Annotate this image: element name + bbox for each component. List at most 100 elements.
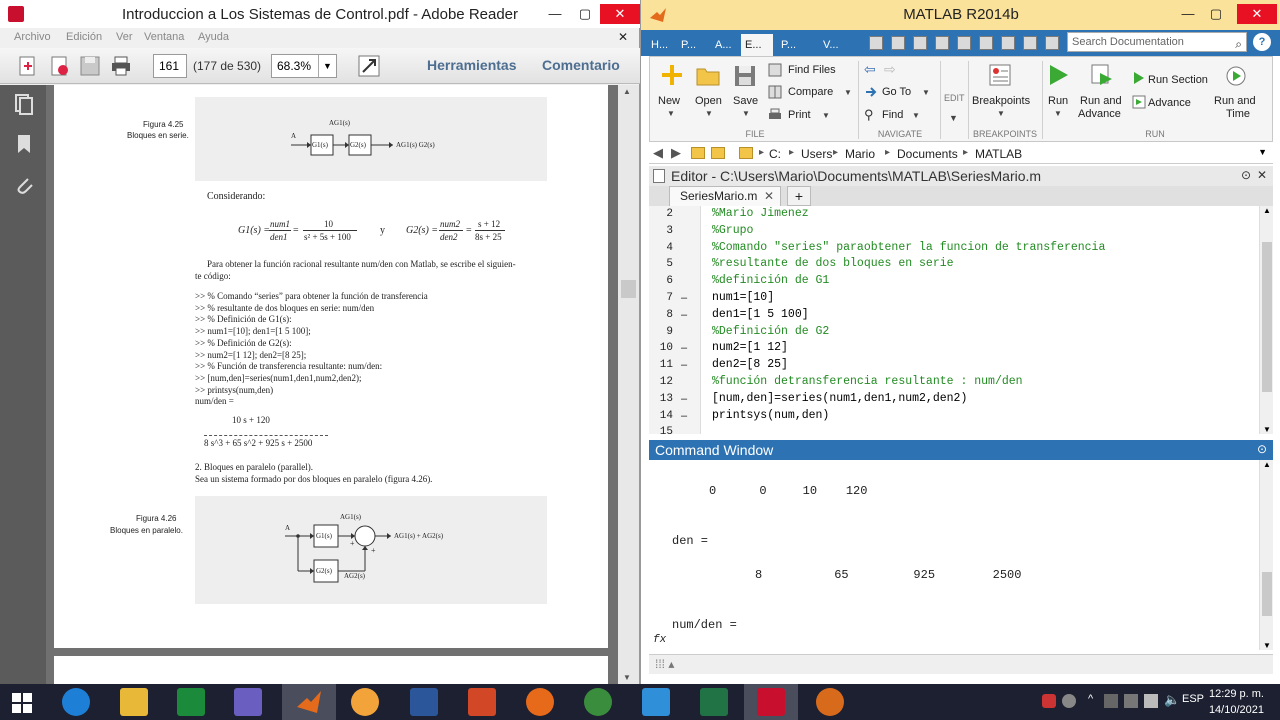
- app-icon[interactable]: [351, 688, 379, 716]
- matlab-taskbar-icon[interactable]: [295, 688, 323, 716]
- help-icon[interactable]: [1045, 36, 1059, 50]
- breakpoints-icon[interactable]: [988, 63, 1012, 87]
- breakpoint-marker[interactable]: –: [681, 410, 687, 422]
- forward-icon[interactable]: ▶: [671, 145, 681, 161]
- tab-publish[interactable]: P...: [777, 34, 796, 56]
- code-line[interactable]: num2=[1 12]: [712, 341, 788, 354]
- editor-scrollbar[interactable]: ▲ ▼: [1259, 206, 1273, 434]
- cut-icon[interactable]: [913, 36, 927, 50]
- powerpoint-icon[interactable]: [468, 688, 496, 716]
- internet-explorer-icon[interactable]: [62, 688, 90, 716]
- app-icon[interactable]: [642, 688, 670, 716]
- scroll-down-icon[interactable]: ▼: [1263, 425, 1271, 434]
- editor-close-icon[interactable]: ✕: [1257, 168, 1267, 182]
- run-and-time-line1[interactable]: Run and: [1214, 95, 1256, 107]
- menu-archivo[interactable]: Archivo: [14, 31, 51, 43]
- run-icon[interactable]: [1046, 63, 1070, 87]
- path-mario[interactable]: Mario: [845, 147, 875, 161]
- open-button[interactable]: Open: [695, 95, 722, 107]
- command-window[interactable]: 0 0 10 120 den = 8 65 925 2500 num/den =…: [649, 460, 1273, 650]
- code-line[interactable]: %Mario Jimenez: [712, 207, 809, 220]
- code-line[interactable]: den2=[8 25]: [712, 358, 788, 371]
- run-section-button[interactable]: Run Section: [1148, 74, 1208, 86]
- app-icon[interactable]: [816, 688, 844, 716]
- tab-home[interactable]: H...: [647, 34, 668, 56]
- copy-icon[interactable]: [935, 36, 949, 50]
- new-button[interactable]: New: [658, 95, 680, 107]
- app-icon[interactable]: [234, 688, 262, 716]
- breakpoint-marker[interactable]: –: [681, 309, 687, 321]
- minimize-icon[interactable]: —: [544, 4, 566, 24]
- breakpoint-marker[interactable]: –: [681, 393, 687, 405]
- path-matlab[interactable]: MATLAB: [975, 147, 1022, 161]
- battery-icon[interactable]: [1144, 694, 1158, 708]
- reader-scrollbar[interactable]: ▲ ▼: [618, 85, 639, 684]
- compare-icon[interactable]: [768, 85, 782, 99]
- print-button[interactable]: Print: [788, 109, 811, 121]
- code-line[interactable]: num1=[10]: [712, 291, 774, 304]
- print-icon[interactable]: [109, 54, 133, 78]
- cw-scroll-thumb[interactable]: [1262, 572, 1272, 616]
- attachments-icon[interactable]: [14, 173, 34, 195]
- close-icon[interactable]: ✕: [1237, 4, 1277, 24]
- tray-app-icon[interactable]: [1042, 694, 1056, 708]
- create-pdf-icon[interactable]: [16, 54, 40, 78]
- excel-icon[interactable]: [700, 688, 728, 716]
- chrome-icon[interactable]: [584, 688, 612, 716]
- advance-button[interactable]: Advance: [1148, 97, 1191, 109]
- save-icon[interactable]: [891, 36, 905, 50]
- code-line[interactable]: %función detransferencia resultante : nu…: [712, 375, 1023, 388]
- store-icon[interactable]: [177, 688, 205, 716]
- print-icon[interactable]: [768, 108, 782, 122]
- firefox-icon[interactable]: [526, 688, 554, 716]
- run-and-time-icon[interactable]: [1224, 63, 1248, 87]
- code-line[interactable]: %Grupo: [712, 224, 753, 237]
- tray-app-icon[interactable]: [1104, 694, 1118, 708]
- tools-button[interactable]: Herramientas: [427, 57, 517, 73]
- tab-apps[interactable]: A...: [711, 34, 732, 56]
- menu-ventana[interactable]: Ventana: [144, 31, 184, 43]
- windows-start-icon[interactable]: [12, 693, 32, 713]
- breakpoint-marker[interactable]: –: [681, 342, 687, 354]
- search-icon[interactable]: ⌕: [1235, 35, 1242, 53]
- maximize-icon[interactable]: ▢: [574, 4, 596, 24]
- page-thumbnails-icon[interactable]: [14, 93, 34, 115]
- redo-icon[interactable]: [1001, 36, 1015, 50]
- close-icon[interactable]: ✕: [600, 4, 640, 24]
- tab-view[interactable]: V...: [819, 34, 839, 56]
- menu-ver[interactable]: Ver: [116, 31, 133, 43]
- up-folder-icon[interactable]: [691, 147, 705, 159]
- path-documents[interactable]: Documents: [897, 147, 958, 161]
- scroll-down-icon[interactable]: ▼: [1263, 641, 1271, 650]
- open-folder-icon[interactable]: [696, 65, 720, 87]
- page-number-input[interactable]: 161: [153, 54, 187, 78]
- adobe-reader-taskbar-icon[interactable]: [757, 688, 785, 716]
- tab-plots[interactable]: P...: [677, 34, 696, 56]
- run-and-advance-line1[interactable]: Run and: [1080, 95, 1122, 107]
- network-icon[interactable]: [1124, 694, 1138, 708]
- forward-arrow-icon[interactable]: ⇨: [884, 61, 896, 78]
- path-drive[interactable]: C:: [769, 147, 781, 161]
- fullscreen-icon[interactable]: [357, 54, 381, 78]
- code-line[interactable]: %resultante de dos bloques en serie: [712, 257, 954, 270]
- run-section-icon[interactable]: [1132, 71, 1146, 85]
- breakpoint-marker[interactable]: –: [681, 359, 687, 371]
- zoom-select[interactable]: 68.3% ▼: [271, 54, 337, 78]
- document-area[interactable]: Figura 4.25 Bloques en serie. A AG1(s) G…: [46, 85, 618, 684]
- go-to-button[interactable]: Go To: [882, 86, 911, 98]
- search-documentation-input[interactable]: Search Documentation ⌕: [1067, 32, 1247, 52]
- save-icon[interactable]: [78, 54, 102, 78]
- volume-icon[interactable]: 🔈: [1164, 692, 1180, 708]
- browse-folder-icon[interactable]: [711, 147, 725, 159]
- maximize-icon[interactable]: ▢: [1205, 4, 1227, 24]
- save-button[interactable]: Save: [733, 95, 758, 107]
- code-line[interactable]: %Definición de G2: [712, 325, 829, 338]
- new-tab-button[interactable]: +: [787, 186, 811, 206]
- code-line[interactable]: %definición de G1: [712, 274, 829, 287]
- path-dropdown-icon[interactable]: ▼: [1258, 147, 1267, 157]
- command-window-scrollbar[interactable]: ▲ ▼: [1259, 460, 1273, 650]
- help-button-icon[interactable]: ?: [1253, 33, 1271, 51]
- scroll-down-icon[interactable]: ▼: [623, 673, 631, 682]
- back-icon[interactable]: ◀: [653, 145, 663, 161]
- system-clock[interactable]: 12:29 p. m. 14/10/2021: [1194, 686, 1264, 718]
